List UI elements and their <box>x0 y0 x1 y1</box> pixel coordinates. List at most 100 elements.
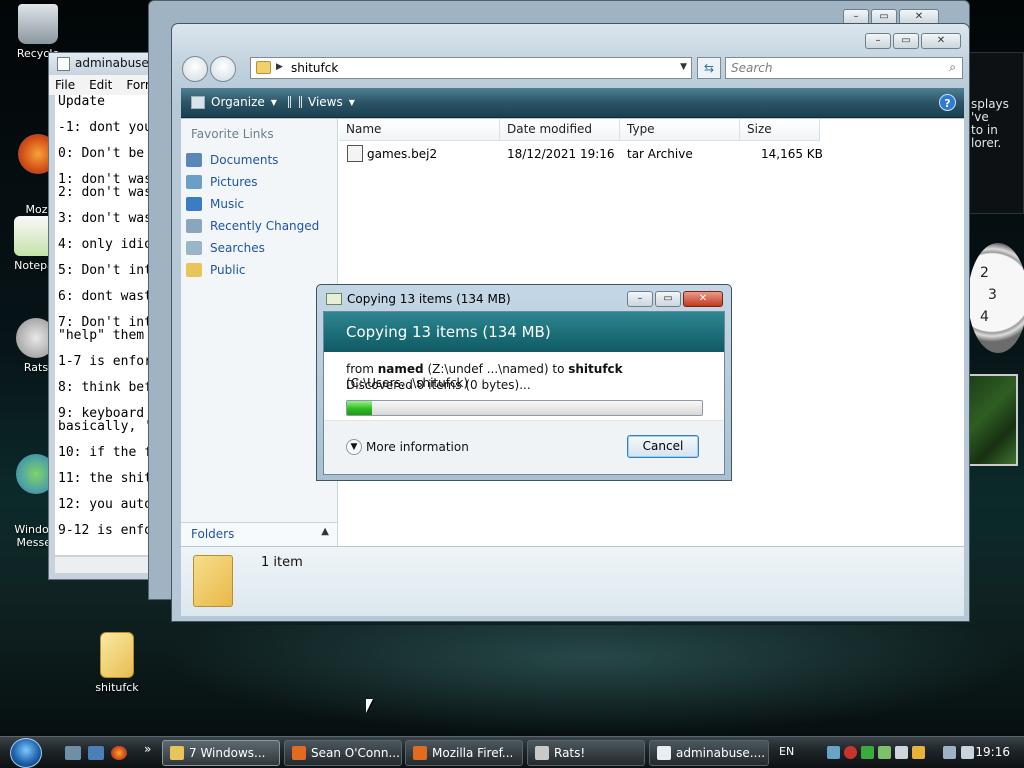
notepad-title: adminabuse.t <box>75 56 158 70</box>
mouse-cursor-icon <box>366 699 373 713</box>
back-button[interactable] <box>182 56 208 82</box>
refresh-button[interactable]: ⇆ <box>697 57 721 79</box>
favorite-link-label: Searches <box>210 241 265 255</box>
folder-icon <box>186 263 202 277</box>
taskbar-button[interactable]: Mozilla Firef... <box>405 740 523 766</box>
help-button[interactable]: ? <box>939 94 956 111</box>
navigation-pane: Favorite Links Documents Pictures Music Rec… <box>181 119 338 546</box>
column-header-date-modified[interactable]: Date modified <box>500 119 620 141</box>
desktop-icon-shitufck-folder[interactable]: shitufck <box>79 632 155 694</box>
column-header-name[interactable]: Name <box>339 119 500 141</box>
search-placeholder: Search <box>731 61 773 75</box>
organize-label: Organize <box>211 95 265 109</box>
language-indicator[interactable]: EN <box>779 745 794 758</box>
messenger-tray-icon[interactable] <box>878 746 891 759</box>
desktop-wallpaper <box>160 625 1024 735</box>
cancel-button[interactable]: Cancel <box>627 435 699 458</box>
gadget-text: splays 've to in lorer. <box>971 97 1009 150</box>
command-bar: Organize ▼ Views ▼ ? <box>181 88 964 118</box>
more-information-toggle[interactable]: ▼ More information <box>346 439 469 455</box>
show-desktop-icon[interactable] <box>65 746 81 760</box>
copy-progress-dialog[interactable]: Copying 13 items (134 MB) – ▭ ✕ Copying … <box>316 284 732 481</box>
slideshow-gadget[interactable] <box>968 374 1018 466</box>
menu-file[interactable]: File <box>55 78 75 95</box>
desktop-icon-label: shitufck <box>95 681 139 694</box>
switch-windows-icon[interactable] <box>88 746 104 760</box>
favorite-link-searches[interactable]: Searches <box>186 241 265 255</box>
search-icon[interactable]: ⌕ <box>949 60 956 75</box>
dialog-body: Copying 13 items (134 MB) from named (Z:… <box>323 311 725 475</box>
sidebar-gadget-feed[interactable]: splays 've to in lorer. <box>966 52 1024 214</box>
clock-time[interactable]: 19:16 <box>975 745 1010 759</box>
favorite-link-pictures[interactable]: Pictures <box>186 175 258 189</box>
taskbar-button-label: Sean O'Conn... <box>311 746 400 760</box>
column-header-type[interactable]: Type <box>620 119 740 141</box>
copy-icon <box>326 293 342 305</box>
menu-edit[interactable]: Edit <box>89 78 112 95</box>
taskbar: » 7 Windows... Sean O'Conn... Mozilla Fire… <box>0 736 1024 768</box>
update-icon[interactable] <box>861 746 874 759</box>
chevron-up-icon: ▲ <box>321 526 329 537</box>
quick-launch-overflow[interactable]: » <box>144 742 151 756</box>
firefox-icon[interactable] <box>111 746 127 760</box>
recent-icon <box>186 219 202 233</box>
favorite-link-public[interactable]: Public <box>186 263 246 277</box>
favorite-link-recently-changed[interactable]: Recently Changed <box>186 219 319 233</box>
firefox-icon <box>413 746 427 760</box>
network-icon[interactable] <box>827 746 840 759</box>
organize-icon <box>191 95 205 109</box>
clock-number: 4 <box>980 309 989 325</box>
item-count: 1 item <box>261 555 303 570</box>
progress-fill <box>347 401 372 415</box>
file-date: 18/12/2021 19:16 <box>507 147 615 161</box>
volume-icon[interactable] <box>961 746 974 759</box>
address-bar[interactable]: ▶ shitufck ▼ <box>250 57 692 79</box>
warning-icon[interactable] <box>912 746 925 759</box>
taskbar-button-label: adminabuse.... <box>676 746 766 760</box>
minimize-button[interactable]: – <box>865 33 891 49</box>
clock-gadget[interactable]: 2 3 4 <box>968 243 1024 353</box>
menu-format[interactable]: Forr <box>126 78 149 95</box>
hardware-icon[interactable] <box>895 746 908 759</box>
clock-number: 3 <box>988 287 997 303</box>
column-header-size[interactable]: Size <box>740 119 820 141</box>
favorite-link-documents[interactable]: Documents <box>186 153 278 167</box>
views-icon <box>288 96 302 108</box>
clock-number: 2 <box>980 265 989 281</box>
close-button[interactable]: ✕ <box>921 33 961 49</box>
pictures-icon <box>186 175 202 189</box>
dialog-heading: Copying 13 items (134 MB) <box>324 312 724 352</box>
forward-button[interactable] <box>210 56 236 82</box>
taskbar-button[interactable]: Sean O'Conn... <box>284 740 402 766</box>
maximize-button[interactable]: ▭ <box>893 33 919 49</box>
display-icon[interactable] <box>943 746 956 759</box>
firefox-icon <box>292 746 306 760</box>
folder-icon <box>170 746 184 760</box>
archive-file-icon <box>347 145 363 162</box>
address-row: ▶ shitufck ▼ ⇆ Search ⌕ <box>182 54 963 82</box>
chevron-down-icon[interactable]: ▼ <box>680 62 687 72</box>
notepad-icon <box>657 746 671 760</box>
search-input[interactable]: Search ⌕ <box>725 57 963 79</box>
favorite-link-label: Recently Changed <box>210 219 320 233</box>
breadcrumb-arrow-icon: ▶ <box>276 62 283 72</box>
recycle-bin-icon <box>18 4 58 44</box>
close-button[interactable]: ✕ <box>683 291 723 307</box>
taskbar-button[interactable]: 7 Windows... <box>162 740 280 766</box>
favorite-link-label: Music <box>210 197 245 211</box>
favorite-link-label: Public <box>210 263 246 277</box>
taskbar-button[interactable]: Rats! <box>527 740 645 766</box>
security-alert-icon[interactable] <box>844 746 857 759</box>
organize-button[interactable]: Organize ▼ <box>191 95 277 109</box>
taskbar-button-label: 7 Windows... <box>189 746 266 760</box>
maximize-button[interactable]: ▭ <box>655 291 681 307</box>
views-button[interactable]: Views ▼ <box>288 95 355 109</box>
taskbar-button[interactable]: adminabuse.... <box>649 740 769 766</box>
file-name: games.bej2 <box>367 147 438 161</box>
favorite-link-music[interactable]: Music <box>186 197 244 211</box>
folder-icon <box>100 632 134 678</box>
start-button[interactable] <box>10 738 42 768</box>
minimize-button[interactable]: – <box>627 291 653 307</box>
folders-toggle[interactable]: Folders ▲ <box>181 522 337 546</box>
rats-icon <box>535 746 549 760</box>
